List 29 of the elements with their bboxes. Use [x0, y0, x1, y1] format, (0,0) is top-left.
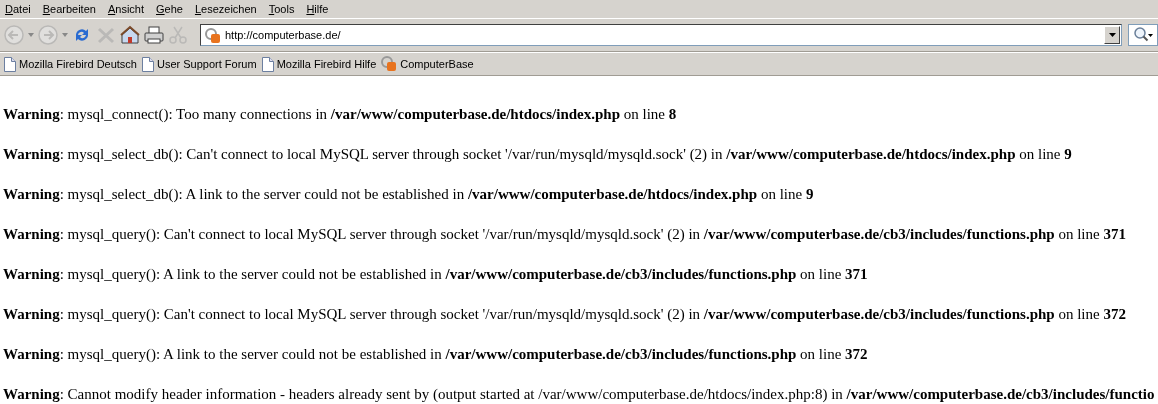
- menu-item[interactable]: Datei: [4, 0, 38, 18]
- address-field[interactable]: http://computerbase.de/: [221, 26, 1104, 44]
- bookmark-link[interactable]: User Support Forum: [142, 55, 262, 73]
- warning-message: Warning: mysql_query(): Can't connect to local MySQL server through socket '/var/run/mysqld/mysqld.sock' (2) in /var/www/computerbase.de/cb3/includes/functions.php on line 371: [3, 225, 1127, 243]
- page-icon: [261, 56, 274, 72]
- warning-message: Warning: mysql_query(): Can't connect to local MySQL server through socket '/var/run/mysqld/mysqld.sock' (2) in /var/www/computerbase.de/cb3/includes/functions.php on line 372: [3, 305, 1127, 323]
- bookmark-link[interactable]: Mozilla Firebird Deutsch: [4, 55, 142, 73]
- menu-item[interactable]: Tools: [267, 0, 302, 18]
- warning-message: Warning: mysql_query(): A link to the server could not be established in /var/www/computerbase.de/cb3/includes/functions.php on line 372: [3, 345, 869, 363]
- warning-message: Warning: Cannot modify header information - headers already sent by (output started at /var/www/computerbase.de/htdocs/index.php:8) in /var/www/computerbase.de/cb3/includes/functio: [3, 385, 1156, 403]
- printer-icon[interactable]: [142, 23, 166, 47]
- warning-message: Warning: mysql_query(): A link to the server could not be established in /var/www/computerbase.de/cb3/includes/functions.php on line 371: [3, 265, 869, 283]
- menu-item[interactable]: Bearbeiten: [41, 0, 103, 18]
- page-icon: [142, 56, 154, 72]
- menu-item[interactable]: Gehe: [155, 0, 190, 18]
- menu-item[interactable]: Lesezeichen: [193, 0, 264, 18]
- address-bar[interactable]: http://computerbase.de/: [200, 24, 1122, 46]
- bookmark-link[interactable]: Mozilla Firebird Hilfe: [261, 55, 382, 73]
- warning-message: Warning: mysql_connect(): Too many connections in /var/www/computerbase.de/htdocs/index.php on line 8: [3, 105, 678, 123]
- menu-item[interactable]: Hilfe: [305, 0, 336, 18]
- warning-message: Warning: mysql_select_db(): A link to the server could not be established in /var/www/computerbase.de/htdocs/index.php on line 9: [3, 185, 815, 203]
- menu-item[interactable]: Ansicht: [106, 0, 151, 18]
- page-icon: [4, 56, 16, 72]
- bookmark-link[interactable]: ComputerBase: [381, 55, 479, 73]
- search-icon[interactable]: [1128, 24, 1158, 46]
- site-icon: [381, 56, 398, 72]
- site-icon: [205, 26, 221, 44]
- home-icon[interactable]: [118, 23, 142, 47]
- warning-message: Warning: mysql_select_db(): Can't connect to local MySQL server through socket '/var/run/mysqld/mysqld.sock' (2) in /var/www/computerbase.de/htdocs/index.php on line 9: [3, 145, 1073, 163]
